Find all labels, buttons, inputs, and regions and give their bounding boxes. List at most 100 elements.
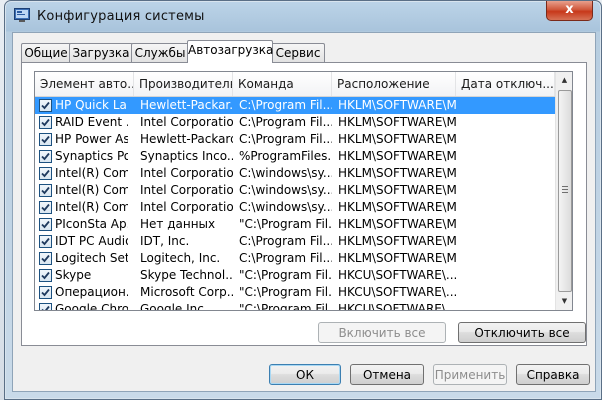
row-location: HKLM\SOFTWARE\M...: [338, 217, 456, 231]
row-manufacturer: Intel Corporation: [140, 200, 233, 214]
checkmark-icon: [41, 135, 50, 144]
column-header-item[interactable]: Элемент авто...: [35, 72, 134, 96]
row-command: C:\Program Fil...: [239, 115, 332, 129]
column-header-manufacturer[interactable]: Производитель: [134, 72, 233, 96]
row-command: "C:\Program Fil...: [239, 302, 332, 311]
row-item-name: Synaptics Po...: [55, 149, 128, 163]
row-item-name: PIconSta Ap...: [55, 217, 128, 231]
row-manufacturer: Hewlett-Packard: [140, 132, 233, 146]
close-icon: x: [565, 2, 574, 17]
list-row[interactable]: Операцион... Microsoft Corp... "C:\Program…: [35, 284, 555, 301]
list-row[interactable]: Logitech Set... Logitech, Inc. C:\Program …: [35, 250, 555, 267]
startup-item-checkbox[interactable]: [39, 184, 52, 197]
startup-item-checkbox[interactable]: [39, 167, 52, 180]
row-command: C:\windows\sy...: [239, 166, 332, 180]
row-item-name: HP Power As...: [55, 132, 128, 146]
row-command: C:\windows\sy...: [239, 183, 332, 197]
row-location: HKLM\SOFTWARE\M...: [338, 183, 456, 197]
startup-item-checkbox[interactable]: [39, 116, 52, 129]
tab-general[interactable]: Общие: [21, 43, 71, 62]
apply-button[interactable]: Применить: [433, 364, 507, 385]
tab-boot[interactable]: Загрузка: [69, 43, 133, 62]
list-row[interactable]: HP Quick La... Hewlett-Packar... C:\Progra…: [35, 97, 555, 114]
row-command: "C:\Program Fil...: [239, 268, 332, 282]
enable-all-button[interactable]: Включить все: [318, 322, 446, 343]
scrollbar-grip: [562, 186, 568, 187]
column-header-location[interactable]: Расположение: [332, 72, 456, 96]
startup-item-checkbox[interactable]: [39, 201, 52, 214]
row-manufacturer: Intel Corporation: [140, 183, 233, 197]
row-command: C:\Program Fil...: [239, 132, 332, 146]
row-item-name: Intel(R) Com...: [55, 200, 128, 214]
row-date-disabled: [462, 97, 555, 114]
row-date-disabled: [462, 199, 555, 216]
row-manufacturer: Logitech, Inc.: [140, 251, 221, 265]
scrollbar-thumb[interactable]: [558, 90, 572, 292]
row-manufacturer: IDT, Inc.: [140, 234, 190, 248]
list-row[interactable]: PIconSta Ap... Нет данных "C:\Program Fil.…: [35, 216, 555, 233]
startup-tab-panel: Элемент авто... Производитель Команда Ра…: [21, 62, 587, 346]
list-row[interactable]: Intel(R) Com... Intel Corporation C:\windo…: [35, 165, 555, 182]
ok-button[interactable]: ОК: [269, 364, 341, 385]
scroll-down-arrow-icon[interactable]: ▼: [556, 293, 572, 310]
startup-item-checkbox[interactable]: [39, 286, 52, 299]
row-date-disabled: [462, 131, 555, 148]
row-command: "C:\Program Fil...: [239, 285, 332, 299]
list-row[interactable]: Google Chrome Google Inc. "C:\Program Fil.…: [35, 301, 555, 311]
checkmark-icon: [41, 101, 50, 110]
row-command: C:\Program Fil...: [239, 251, 332, 265]
row-location: HKCU\SOFTWARE\...: [338, 302, 456, 311]
startup-items-list[interactable]: Элемент авто... Производитель Команда Ра…: [34, 71, 573, 311]
row-item-name: Intel(R) Com...: [55, 166, 128, 180]
row-item-name: Skype: [55, 268, 92, 282]
row-manufacturer: Synaptics Inco...: [140, 149, 233, 163]
close-button[interactable]: x: [546, 1, 593, 21]
row-date-disabled: [462, 114, 555, 131]
help-button[interactable]: Справка: [516, 364, 590, 385]
disable-all-button[interactable]: Отключить все: [458, 322, 586, 343]
checkmark-icon: [41, 305, 50, 310]
row-date-disabled: [462, 165, 555, 182]
checkmark-icon: [41, 254, 50, 263]
startup-item-checkbox[interactable]: [39, 133, 52, 146]
row-date-disabled: [462, 250, 555, 267]
row-command: "C:\Program Fil...: [239, 217, 332, 231]
row-item-name: Операцион...: [55, 285, 128, 299]
row-location: HKCU\SOFTWARE\...: [338, 285, 456, 299]
row-location: HKLM\SOFTWARE\M...: [338, 149, 456, 163]
startup-item-checkbox[interactable]: [39, 218, 52, 231]
row-location: HKLM\SOFTWARE\M...: [338, 234, 456, 248]
list-row[interactable]: Intel(R) Com... Intel Corporation C:\windo…: [35, 182, 555, 199]
startup-item-checkbox[interactable]: [39, 303, 52, 310]
window-title: Конфигурация системы: [37, 9, 205, 24]
column-header-command[interactable]: Команда: [233, 72, 332, 96]
list-header: Элемент авто... Производитель Команда Ра…: [35, 72, 555, 97]
vertical-scrollbar[interactable]: ▲ ▼: [555, 72, 572, 310]
dialog-client-area: Общие Загрузка Службы Автозагрузка Серви…: [12, 32, 596, 392]
list-row[interactable]: Intel(R) Com... Intel Corporation C:\windo…: [35, 199, 555, 216]
cancel-button[interactable]: Отмена: [350, 364, 424, 385]
startup-item-checkbox[interactable]: [39, 99, 52, 112]
startup-item-checkbox[interactable]: [39, 235, 52, 248]
row-manufacturer: Intel Corporation: [140, 166, 233, 180]
tab-tools[interactable]: Сервис: [271, 43, 325, 62]
list-row[interactable]: HP Power As... Hewlett-Packard C:\Program …: [35, 131, 555, 148]
scroll-up-arrow-icon[interactable]: ▲: [556, 72, 572, 89]
list-row[interactable]: Synaptics Po... Synaptics Inco... %Program…: [35, 148, 555, 165]
row-date-disabled: [462, 148, 555, 165]
row-location: HKLM\SOFTWARE\M...: [338, 132, 456, 146]
list-row[interactable]: IDT PC Audio IDT, Inc. C:\Program Fil... HK…: [35, 233, 555, 250]
tab-services[interactable]: Службы: [131, 43, 189, 62]
row-location: HKLM\SOFTWARE\M...: [338, 98, 456, 112]
checkmark-icon: [41, 169, 50, 178]
title-bar[interactable]: Конфигурация системы x: [5, 1, 601, 31]
startup-item-checkbox[interactable]: [39, 150, 52, 163]
list-row[interactable]: RAID Event ... Intel Corporation C:\Progra…: [35, 114, 555, 131]
column-header-date-disabled[interactable]: Дата отключ...: [456, 72, 555, 96]
checkmark-icon: [41, 237, 50, 246]
tab-startup[interactable]: Автозагрузка: [187, 40, 273, 63]
row-location: HKLM\SOFTWARE\M...: [338, 251, 456, 265]
startup-item-checkbox[interactable]: [39, 269, 52, 282]
startup-item-checkbox[interactable]: [39, 252, 52, 265]
list-row[interactable]: Skype Skype Technol... "C:\Program Fil... H…: [35, 267, 555, 284]
